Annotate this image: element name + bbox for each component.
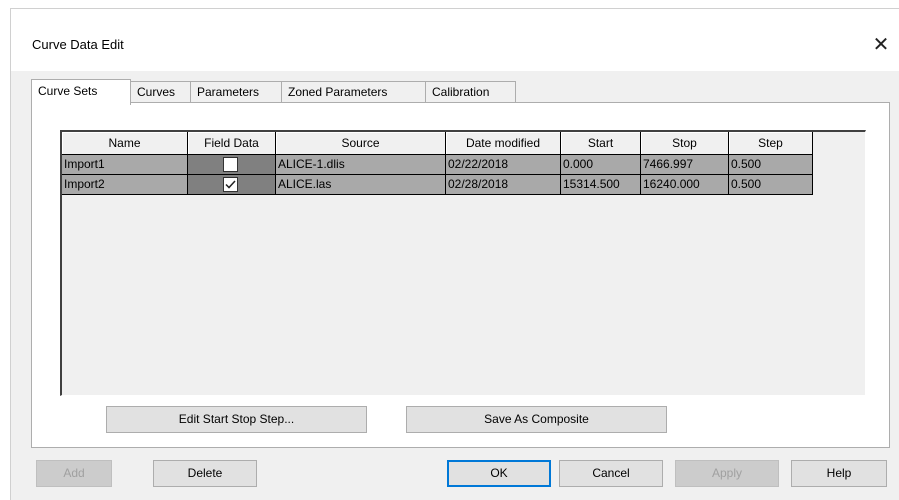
cell-field-data[interactable]: [188, 155, 276, 175]
cell-field-data[interactable]: [188, 175, 276, 195]
column-header-step[interactable]: Step: [729, 132, 813, 155]
tab-calibration[interactable]: Calibration: [425, 81, 516, 103]
cell-step[interactable]: 0.500: [729, 155, 813, 175]
cell-start[interactable]: 0.000: [561, 155, 641, 175]
cancel-button[interactable]: Cancel: [559, 460, 663, 487]
column-header-start[interactable]: Start: [561, 132, 641, 155]
tab-curves[interactable]: Curves: [130, 81, 191, 103]
column-header-field-data[interactable]: Field Data: [188, 132, 276, 155]
save-as-composite-button[interactable]: Save As Composite: [406, 406, 667, 433]
field-data-checkbox[interactable]: [223, 177, 238, 192]
curve-sets-grid[interactable]: Name Field Data Source Date modified Sta…: [60, 130, 866, 396]
apply-button[interactable]: Apply: [675, 460, 779, 487]
column-header-source[interactable]: Source: [276, 132, 446, 155]
table-row[interactable]: Import1 ALICE-1.dlis 02/22/2018 0.000 74…: [62, 155, 813, 175]
cell-stop[interactable]: 7466.997: [641, 155, 729, 175]
close-icon[interactable]: ✕: [868, 31, 894, 57]
column-header-stop[interactable]: Stop: [641, 132, 729, 155]
edit-start-stop-step-button[interactable]: Edit Start Stop Step...: [106, 406, 367, 433]
field-data-checkbox[interactable]: [223, 157, 238, 172]
table-row[interactable]: Import2 ALICE.las 02/28/2018 15314.500 1…: [62, 175, 813, 195]
curve-data-edit-dialog: Curve Data Edit ✕ Curve Sets Curves Para…: [10, 8, 899, 500]
cell-stop[interactable]: 16240.000: [641, 175, 729, 195]
help-button[interactable]: Help: [791, 460, 887, 487]
cell-source[interactable]: ALICE.las: [276, 175, 446, 195]
add-button[interactable]: Add: [36, 460, 112, 487]
tab-parameters[interactable]: Parameters: [190, 81, 282, 103]
cell-source[interactable]: ALICE-1.dlis: [276, 155, 446, 175]
grid-header: Name Field Data Source Date modified Sta…: [62, 132, 813, 155]
cell-name[interactable]: Import1: [62, 155, 188, 175]
cell-date-modified[interactable]: 02/22/2018: [446, 155, 561, 175]
tab-curve-sets[interactable]: Curve Sets: [31, 79, 131, 105]
window-title: Curve Data Edit: [32, 37, 124, 52]
curve-sets-panel: Name Field Data Source Date modified Sta…: [31, 102, 890, 448]
title-bar: Curve Data Edit ✕: [11, 9, 899, 71]
cell-step[interactable]: 0.500: [729, 175, 813, 195]
ok-button[interactable]: OK: [447, 460, 551, 487]
column-header-name[interactable]: Name: [62, 132, 188, 155]
column-header-date-modified[interactable]: Date modified: [446, 132, 561, 155]
delete-button[interactable]: Delete: [153, 460, 257, 487]
cell-date-modified[interactable]: 02/28/2018: [446, 175, 561, 195]
checkmark-icon: [225, 180, 236, 189]
cell-name[interactable]: Import2: [62, 175, 188, 195]
cell-start[interactable]: 15314.500: [561, 175, 641, 195]
tab-zoned-parameters[interactable]: Zoned Parameters: [281, 81, 426, 103]
